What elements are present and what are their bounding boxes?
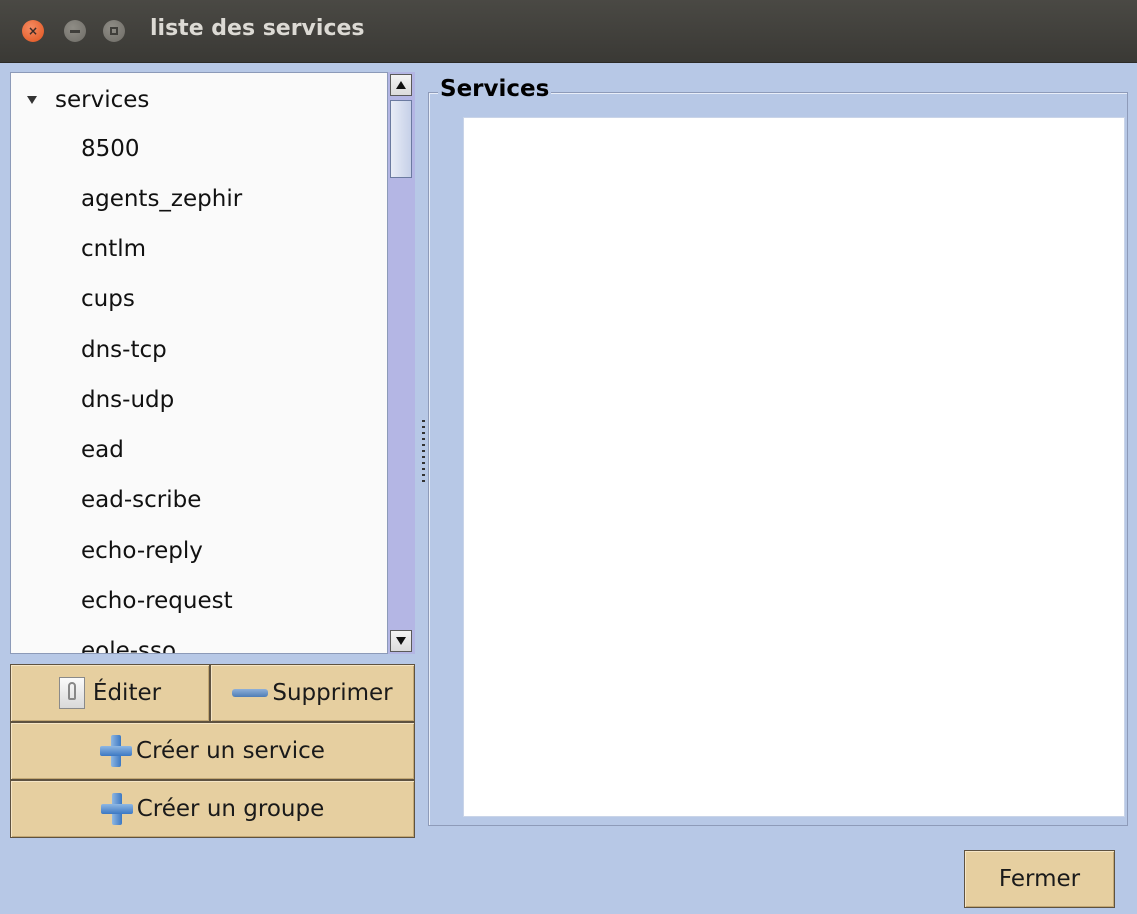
- arrow-down-icon: [396, 637, 406, 645]
- scroll-up-button[interactable]: [390, 74, 412, 96]
- services-detail-area[interactable]: [463, 117, 1125, 817]
- tree-item[interactable]: agents_zephir: [81, 186, 242, 212]
- pane-splitter-handle[interactable]: [422, 420, 425, 486]
- close-window-button[interactable]: Fermer: [964, 850, 1115, 908]
- edit-button-label: Éditer: [92, 680, 162, 706]
- window-close-button[interactable]: ×: [22, 20, 44, 42]
- tree-item[interactable]: 8500: [81, 136, 140, 162]
- create-group-button[interactable]: Créer un groupe: [10, 780, 415, 838]
- window-title: liste des services: [150, 16, 365, 41]
- tree-viewport: services 8500 agents_zephir cntlm cups d…: [11, 73, 391, 653]
- tree-root-label: services: [55, 87, 150, 113]
- tree-item[interactable]: ead: [81, 437, 124, 463]
- plus-icon: [100, 793, 133, 825]
- tree-item[interactable]: ead-scribe: [81, 487, 201, 513]
- window-maximize-button[interactable]: [103, 20, 125, 42]
- services-tree[interactable]: services 8500 agents_zephir cntlm cups d…: [10, 72, 415, 654]
- tree-item[interactable]: dns-tcp: [81, 337, 167, 363]
- tree-item[interactable]: echo-request: [81, 588, 233, 614]
- scroll-down-button[interactable]: [390, 630, 412, 652]
- window-titlebar: × liste des services: [0, 0, 1137, 63]
- create-group-label: Créer un groupe: [136, 796, 325, 822]
- document-edit-icon: [58, 677, 85, 709]
- delete-button[interactable]: Supprimer: [210, 664, 415, 722]
- plus-icon: [100, 735, 133, 767]
- tree-item[interactable]: cntlm: [81, 236, 146, 262]
- close-icon: ×: [27, 24, 39, 38]
- tree-item[interactable]: echo-reply: [81, 538, 203, 564]
- tree-item[interactable]: eole-sso: [81, 638, 176, 653]
- tree-vertical-scrollbar[interactable]: [387, 72, 415, 654]
- minus-icon: [232, 689, 269, 697]
- expander-down-icon[interactable]: [27, 96, 37, 104]
- tree-item[interactable]: cups: [81, 286, 135, 312]
- tree-item[interactable]: dns-udp: [81, 387, 174, 413]
- arrow-up-icon: [396, 81, 406, 89]
- window-minimize-button[interactable]: [64, 20, 86, 42]
- create-service-button[interactable]: Créer un service: [10, 722, 415, 780]
- delete-button-label: Supprimer: [272, 680, 393, 706]
- scrollbar-thumb[interactable]: [390, 100, 412, 178]
- minimize-icon: [70, 29, 80, 33]
- tree-root-services[interactable]: services: [23, 85, 149, 115]
- services-groupbox-title: Services: [438, 76, 552, 102]
- edit-button[interactable]: Éditer: [10, 664, 210, 722]
- close-button-label: Fermer: [998, 866, 1081, 892]
- create-service-label: Créer un service: [136, 738, 325, 764]
- maximize-icon: [110, 27, 118, 35]
